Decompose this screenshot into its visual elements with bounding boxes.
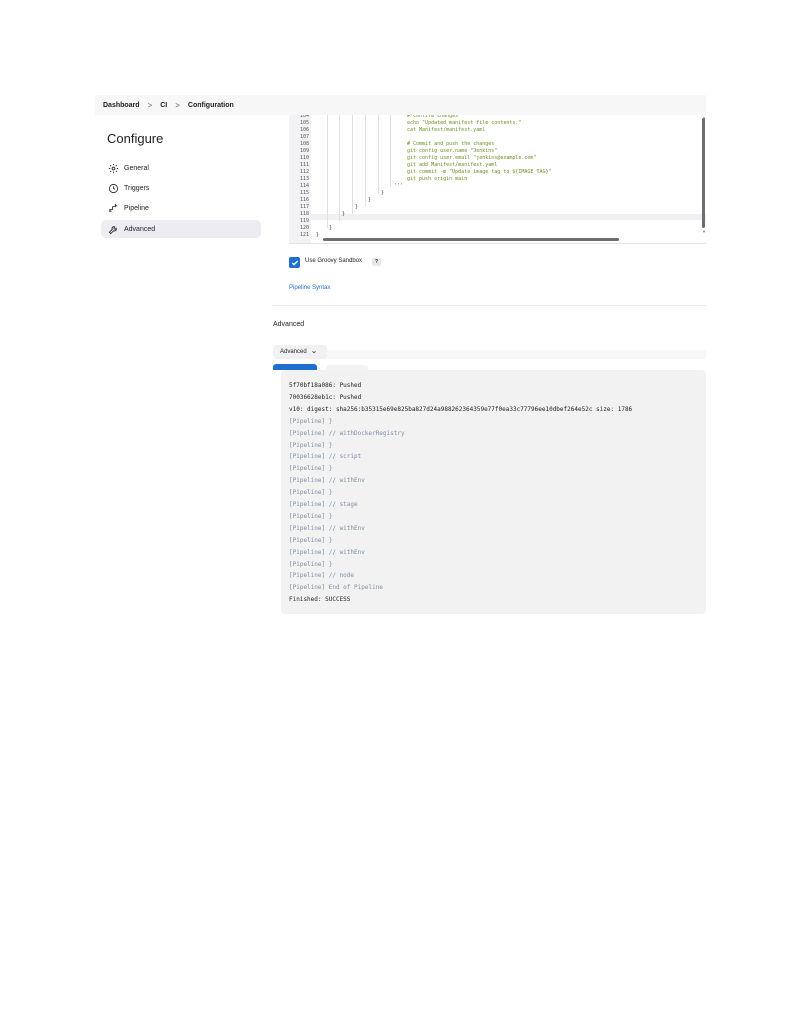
console-line: [Pipeline] } <box>289 489 333 497</box>
indent-guide <box>365 115 366 207</box>
current-line-highlight <box>289 214 706 220</box>
indent-guide <box>352 115 353 214</box>
line-number: 119 <box>299 218 309 224</box>
groovy-sandbox-checkbox[interactable] <box>289 257 300 268</box>
sidebar-item-label: Advanced <box>124 225 156 233</box>
script-editor[interactable]: 104 105 106 107 108 109 110 111 112 113 114 115 116 1… <box>289 115 706 244</box>
breadcrumb-separator: > <box>147 100 153 110</box>
advanced-button-label: Advanced <box>280 349 307 355</box>
sidebar-item-triggers[interactable]: Triggers <box>101 179 261 197</box>
line-number: 117 <box>299 204 309 210</box>
line-number: 106 <box>299 127 309 133</box>
sidebar-item-label: Pipeline <box>124 204 149 212</box>
sidebar-item-label: General <box>124 164 149 172</box>
breadcrumb-ci[interactable]: CI <box>160 102 167 109</box>
console-line: [Pipeline] End of Pipeline <box>289 584 383 592</box>
overlay-band <box>327 350 706 359</box>
console-line: 70036628eb1c: Pushed <box>289 393 362 401</box>
console-line: [Pipeline] } <box>289 465 333 473</box>
sidebar-item-general[interactable]: General <box>101 159 261 177</box>
breadcrumb: Dashboard > CI > Configuration <box>95 95 706 115</box>
console-line: [Pipeline] } <box>289 441 333 449</box>
pipeline-syntax-link[interactable]: Pipeline Syntax <box>289 285 330 291</box>
code-line: # Commit and push the changes <box>407 141 495 147</box>
indent-guide <box>390 115 391 187</box>
console-line: [Pipeline] } <box>289 560 333 568</box>
console-line: [Pipeline] // withEnv <box>289 548 365 556</box>
horizontal-scrollbar[interactable] <box>323 238 619 241</box>
scroll-down-icon[interactable]: ▼ <box>702 229 706 234</box>
indent-guide <box>327 115 328 228</box>
breadcrumb-configuration[interactable]: Configuration <box>188 102 234 109</box>
line-number: 121 <box>299 232 309 238</box>
line-number: 112 <box>299 169 309 175</box>
console-line: [Pipeline] // withEnv <box>289 524 365 532</box>
console-line: [Pipeline] // withEnv <box>289 477 365 485</box>
clock-icon <box>108 183 119 194</box>
vertical-scrollbar[interactable] <box>702 118 705 228</box>
sidebar-item-advanced[interactable]: Advanced <box>101 220 261 238</box>
code-line: cat Manifest/manifest.yaml <box>407 127 486 133</box>
code-line: git commit -m "Update image tag to ${IMA… <box>407 169 552 175</box>
code-line: } <box>316 232 320 238</box>
indent-guide <box>378 115 379 194</box>
sidebar-item-label: Triggers <box>124 184 150 192</box>
advanced-toggle-button[interactable]: Advanced <box>273 345 327 359</box>
code-line: } <box>381 190 385 196</box>
code-line: } <box>355 204 359 210</box>
console-output: 5f70bf18a086: Pushed 70036628eb1c: Pushed… <box>281 370 706 614</box>
console-line: [Pipeline] } <box>289 417 333 425</box>
line-number: 110 <box>299 155 309 161</box>
wrench-icon <box>108 224 119 235</box>
code-line: git add Manifest/manifest.yaml <box>407 162 498 168</box>
console-line: [Pipeline] // withDockerRegistry <box>289 429 405 437</box>
console-line: [Pipeline] } <box>289 536 333 544</box>
code-line: git config user.name "Jenkins" <box>407 148 498 154</box>
line-number: 107 <box>299 134 309 140</box>
line-number: 115 <box>299 190 309 196</box>
groovy-sandbox-label: Use Groovy Sandbox <box>305 258 363 264</box>
line-number: 105 <box>299 120 309 126</box>
console-line: [Pipeline] // stage <box>289 501 358 508</box>
gear-icon <box>108 163 119 174</box>
advanced-section-heading: Advanced <box>273 321 305 328</box>
checkmark-icon <box>291 260 298 266</box>
console-line: 5f70bf18a086: Pushed <box>289 382 362 389</box>
line-number: 120 <box>299 225 309 231</box>
code-line: git config user.email "jenkins@example.c… <box>407 155 537 161</box>
line-number: 113 <box>299 176 309 182</box>
breadcrumb-dashboard[interactable]: Dashboard <box>103 102 140 109</box>
line-number: 116 <box>299 197 309 203</box>
line-number: 111 <box>299 162 309 168</box>
pipeline-icon <box>108 203 119 214</box>
console-line: [Pipeline] } <box>289 512 333 520</box>
line-number: 108 <box>299 141 309 147</box>
line-number-gutter: 104 105 106 107 108 109 110 111 112 113 114 115 116 1… <box>289 115 311 243</box>
code-line: git push origin main <box>407 176 468 182</box>
code-line: echo "Updated manifest file contents:" <box>407 120 522 126</box>
code-line: } <box>329 225 333 231</box>
console-line: v10: digest: sha256:b35315e69e825ba827d2… <box>289 405 633 413</box>
console-line: [Pipeline] // node <box>289 572 355 580</box>
line-number: 109 <box>299 148 309 154</box>
help-icon[interactable]: ? <box>372 258 381 266</box>
line-number: 114 <box>299 183 309 189</box>
code-line: } <box>368 197 372 203</box>
page-title: Configure <box>107 131 164 146</box>
console-line: Finished: SUCCESS <box>289 596 351 604</box>
sidebar-item-pipeline[interactable]: Pipeline <box>101 199 261 217</box>
code-line: ''' <box>394 183 404 189</box>
chevron-down-icon <box>311 349 317 355</box>
console-line: [Pipeline] // script <box>289 453 362 461</box>
section-divider <box>273 305 706 306</box>
code-line: } <box>342 211 346 217</box>
line-number: 118 <box>299 211 309 217</box>
indent-guide <box>339 115 340 221</box>
breadcrumb-separator: > <box>175 100 180 110</box>
